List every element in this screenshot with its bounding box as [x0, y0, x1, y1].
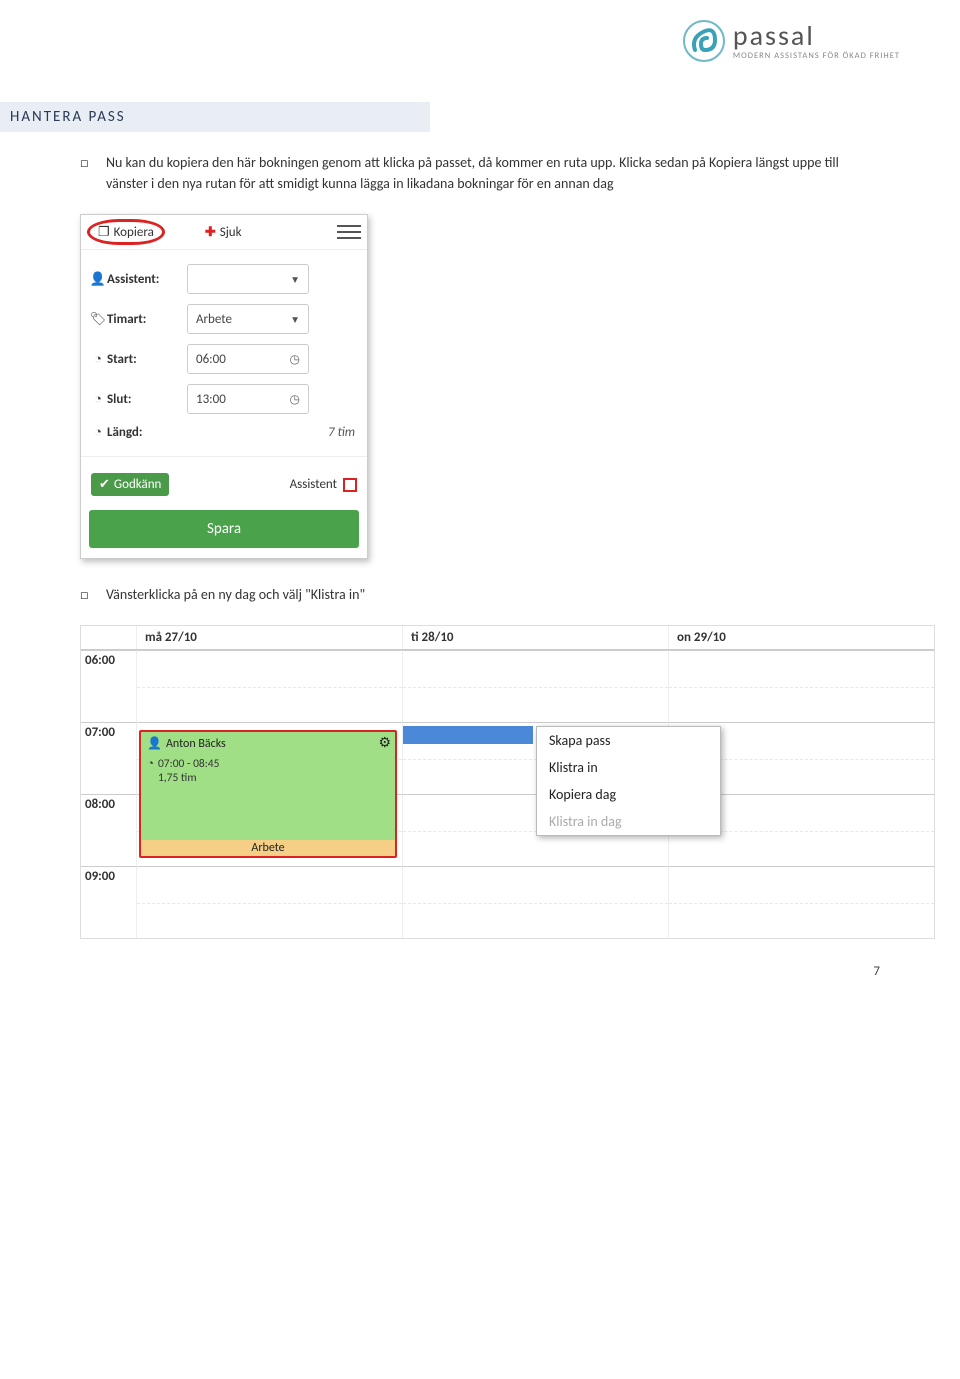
menu-skapa-pass[interactable]: Skapa pass [537, 727, 720, 754]
start-value: 06:00 [196, 352, 226, 367]
logo-tagline: MODERN ASSISTANS FÖR ÖKAD FRIHET [733, 52, 900, 61]
copy-icon: ❐ [98, 225, 110, 240]
tag-icon: 🏷 [89, 312, 107, 327]
logo-mark-icon [683, 20, 725, 62]
gear-icon[interactable]: ⚙ [378, 734, 391, 751]
assistent-chk-label: Assistent [290, 477, 337, 492]
kopiera-label: Kopiera [114, 225, 154, 240]
cal-cell[interactable] [402, 866, 668, 938]
day-header-1[interactable]: må 27/10 [136, 626, 402, 649]
panel-tabs: ❐ Kopiera ✚ Sjuk [81, 215, 367, 250]
clock-small-icon: ◔ [147, 757, 154, 771]
slut-input[interactable]: 13:00 ◷ [187, 384, 309, 414]
clock-picker-icon[interactable]: ◷ [290, 392, 300, 407]
logo-name: passal [733, 22, 900, 50]
timart-value: Arbete [196, 312, 232, 327]
calendar: må 27/10 ti 28/10 on 29/10 06:00 07:00 0… [80, 625, 935, 939]
godkann-label: Godkänn [114, 477, 161, 492]
slut-label: Slut: [107, 392, 187, 407]
hour-label: 08:00 [81, 794, 136, 866]
hour-label: 09:00 [81, 866, 136, 938]
start-label: Start: [107, 352, 187, 367]
hour-label: 06:00 [81, 650, 136, 722]
event-category: Arbete [141, 840, 395, 856]
menu-icon[interactable] [337, 221, 361, 243]
menu-klistra-in-dag: Klistra in dag [537, 808, 720, 835]
hour-label: 07:00 [81, 722, 136, 794]
kopiera-tab[interactable]: ❐ Kopiera [87, 219, 165, 245]
logo: passal MODERN ASSISTANS FÖR ÖKAD FRIHET [683, 20, 900, 62]
spara-button[interactable]: Spara [89, 510, 359, 548]
calendar-event[interactable]: ⚙ 👤 Anton Bäcks ◔ 07:00 - 08:45 1,75 tim… [139, 730, 397, 858]
assistent-label: Assistent: [107, 272, 187, 287]
assistent-select[interactable]: ▼ [187, 264, 309, 294]
godkann-button[interactable]: ✔ Godkänn [91, 473, 169, 496]
pass-panel: ❐ Kopiera ✚ Sjuk 👤 Assistent: ▼ 🏷 Timart… [80, 214, 368, 559]
clock-icon: ◔ [89, 351, 107, 367]
cal-cell[interactable] [402, 650, 668, 722]
instruction-2: Vänsterklicka på en ny dag och välj "Kli… [80, 584, 880, 605]
langd-label: Längd: [107, 425, 187, 440]
plus-icon: ✚ [205, 225, 216, 240]
sjuk-tab[interactable]: ✚ Sjuk [205, 225, 242, 240]
menu-klistra-in[interactable]: Klistra in [537, 754, 720, 781]
clock-picker-icon[interactable]: ◷ [290, 352, 300, 367]
day-header-2[interactable]: ti 28/10 [402, 626, 668, 649]
event-name: Anton Bäcks [166, 737, 226, 751]
sjuk-label: Sjuk [220, 225, 242, 240]
check-icon: ✔ [99, 477, 110, 492]
cal-cell[interactable] [136, 866, 402, 938]
instruction-1: Nu kan du kopiera den här bokningen geno… [80, 152, 880, 194]
clock-icon: ◔ [89, 391, 107, 407]
menu-kopiera-dag[interactable]: Kopiera dag [537, 781, 720, 808]
cal-cell[interactable] [668, 650, 934, 722]
timart-label: Timart: [107, 312, 187, 327]
day-header-3[interactable]: on 29/10 [668, 626, 934, 649]
section-heading: HANTERA PASS [0, 102, 430, 132]
timart-select[interactable]: Arbete▼ [187, 304, 309, 334]
event-time: 07:00 - 08:45 [158, 757, 220, 771]
langd-value: 7 tim [187, 425, 359, 440]
clock-icon: ◔ [89, 424, 107, 440]
page-header: passal MODERN ASSISTANS FÖR ÖKAD FRIHET [0, 0, 960, 72]
start-input[interactable]: 06:00 ◷ [187, 344, 309, 374]
selected-slot[interactable] [403, 726, 533, 744]
context-menu: Skapa pass Klistra in Kopiera dag Klistr… [536, 726, 721, 836]
spara-label: Spara [207, 520, 241, 538]
slut-value: 13:00 [196, 392, 226, 407]
event-duration: 1,75 tim [158, 771, 220, 785]
page-number: 7 [873, 964, 880, 979]
person-icon: 👤 [89, 272, 107, 287]
assistent-checkbox[interactable]: Assistent [290, 477, 357, 492]
cal-cell[interactable] [668, 866, 934, 938]
checkbox-icon [343, 478, 357, 492]
cal-cell[interactable] [136, 650, 402, 722]
person-small-icon: 👤 [147, 736, 162, 751]
